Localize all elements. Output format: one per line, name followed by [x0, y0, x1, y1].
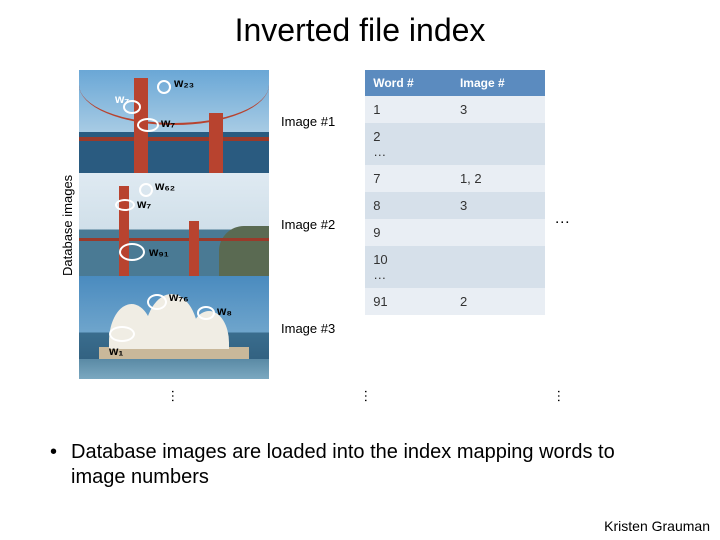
table-side-ellipsis: …: [554, 210, 570, 228]
feature-label: w₉₁: [149, 245, 169, 259]
content-area: Database images w₂₃ w₇ w₇ w₆₂ w₇: [60, 70, 680, 380]
table-row: 71, 2: [365, 165, 545, 192]
feature-label: w₇: [115, 92, 129, 106]
table-header-image: Image #: [452, 70, 545, 96]
database-image-1: w₂₃ w₇ w₇: [79, 70, 269, 173]
feature-label: w₆₂: [155, 179, 175, 193]
table-row: 83: [365, 192, 545, 219]
feature-label: w₈: [217, 304, 232, 318]
table-row: 2 …: [365, 123, 545, 165]
bullet-icon: •: [50, 440, 57, 490]
database-image-3: w₇₆ w₈ w₁: [79, 276, 269, 379]
database-images-column: w₂₃ w₇ w₇ w₆₂ w₇ w₉₁ w₇: [79, 70, 269, 379]
feature-label: w₇: [137, 197, 151, 211]
table-row: 13: [365, 96, 545, 123]
table-row: 10 …: [365, 246, 545, 288]
feature-label: w₁: [109, 344, 123, 358]
y-axis-label: Database images: [60, 70, 75, 380]
image-caption: Image #3: [281, 277, 335, 380]
feature-label: w₂₃: [174, 76, 194, 90]
credit-line: Kristen Grauman: [604, 518, 710, 534]
index-table-wrap: Word # Image # 13 2 … 71, 2 83 9 10 … 91…: [365, 70, 545, 315]
table-row: 912: [365, 288, 545, 315]
table-row: 9: [365, 219, 545, 246]
image-caption: Image #2: [281, 173, 335, 276]
table-header-word: Word #: [365, 70, 452, 96]
database-image-2: w₆₂ w₇ w₉₁: [79, 173, 269, 276]
slide-title: Inverted file index: [0, 0, 720, 49]
bullet-text: Database images are loaded into the inde…: [71, 440, 670, 490]
feature-label: w₇₆: [169, 290, 189, 304]
image-captions: Image #1 Image #2 Image #3: [281, 70, 335, 380]
image-caption: Image #1: [281, 70, 335, 173]
inverted-index-table: Word # Image # 13 2 … 71, 2 83 9 10 … 91…: [365, 70, 545, 315]
bullet-point: • Database images are loaded into the in…: [50, 440, 670, 490]
vertical-dots-row: ………: [170, 388, 570, 404]
feature-label: w₇: [161, 116, 175, 130]
